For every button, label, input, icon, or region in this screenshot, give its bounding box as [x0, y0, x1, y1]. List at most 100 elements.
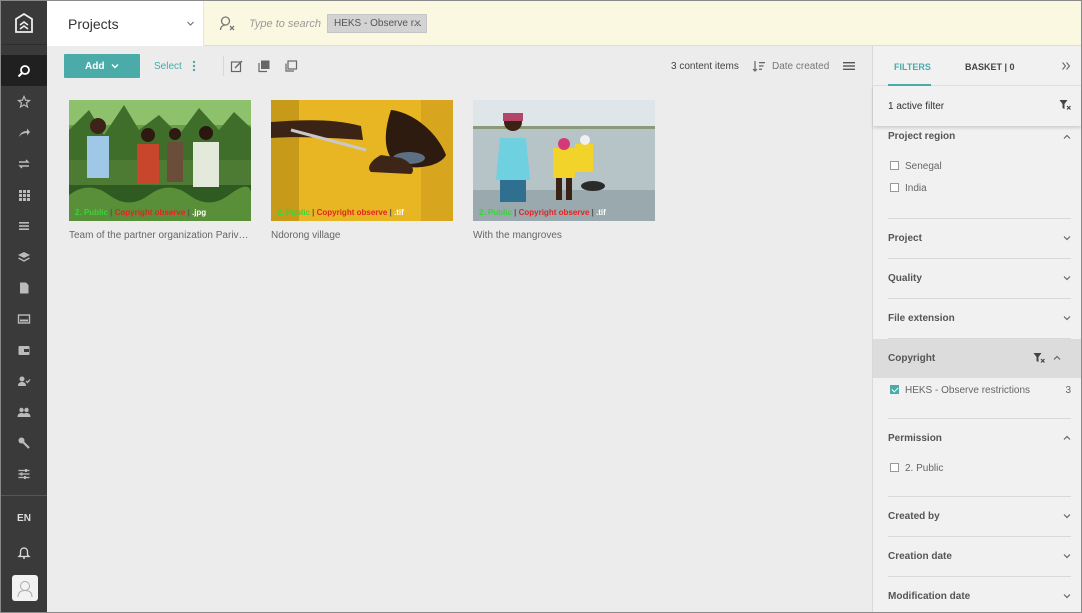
top-bar: Projects Type to search HEKS - Observe r…: [47, 1, 1081, 46]
nav-transfer[interactable]: [1, 148, 47, 179]
item-caption: Team of the partner organization Parivar…: [69, 230, 251, 241]
nav-search[interactable]: [1, 55, 47, 86]
nav-users[interactable]: [1, 396, 47, 427]
filter-copyright-options: HEKS - Observe restrictions 3: [888, 378, 1071, 419]
wallet-icon: [18, 345, 30, 355]
filter-option-public[interactable]: 2. Public: [888, 458, 1071, 480]
app-logo[interactable]: [1, 1, 47, 45]
nav-layers[interactable]: [1, 241, 47, 272]
chevron-down-icon: [1063, 316, 1071, 321]
filter-modification-date: Modification date: [888, 577, 1071, 613]
nav-documents[interactable]: [1, 272, 47, 303]
search-input[interactable]: Type to search: [249, 18, 321, 30]
filter-chip[interactable]: HEKS - Observe r... ×: [327, 14, 427, 33]
duplicate-icon[interactable]: [284, 59, 298, 73]
nav-settings[interactable]: [1, 458, 47, 489]
layers-icon: [18, 251, 30, 262]
chevron-double-right-icon[interactable]: [1061, 61, 1071, 71]
chevron-down-icon: [1063, 514, 1071, 519]
filter-created-by: Created by: [888, 497, 1071, 537]
image-card-icon: [17, 313, 31, 324]
nav-favorites[interactable]: [1, 86, 47, 117]
filter-header[interactable]: Modification date: [888, 577, 1071, 613]
filter-header[interactable]: Project region: [888, 126, 1071, 156]
clear-filter-icon[interactable]: [1033, 352, 1045, 364]
content-item[interactable]: 2. Public | Copyright observe | .tif Ndo…: [271, 100, 453, 241]
bell-icon: [17, 547, 31, 559]
photo-team: [69, 100, 251, 221]
checkbox[interactable]: [890, 161, 899, 170]
item-caption: Ndorong village: [271, 230, 341, 241]
avatar[interactable]: [12, 575, 38, 601]
filter-header[interactable]: Creation date: [888, 537, 1071, 576]
clear-search-icon[interactable]: [219, 15, 236, 32]
main-sidebar: EN: [1, 1, 47, 612]
star-icon: [17, 94, 31, 108]
sort-button[interactable]: Date created: [772, 61, 829, 72]
page-title: Projects: [68, 16, 119, 32]
thumbnail[interactable]: 2. Public | Copyright observe | .jpg: [69, 100, 251, 221]
select-button[interactable]: Select: [154, 61, 182, 72]
filter-option-senegal[interactable]: Senegal: [888, 156, 1071, 178]
filter-permission: Permission 2. Public: [888, 419, 1071, 497]
chip-close-icon[interactable]: ×: [414, 16, 421, 30]
add-button[interactable]: Add: [64, 54, 140, 78]
search-icon: [17, 64, 30, 77]
panel-tabs: FILTERS BASKET | 0: [873, 46, 1081, 86]
active-filter-count: 1 active filter: [888, 101, 945, 112]
nav-wallet[interactable]: [1, 334, 47, 365]
checkbox-checked[interactable]: [890, 385, 899, 394]
language-switch[interactable]: EN: [1, 496, 47, 540]
thumbnail[interactable]: 2. Public | Copyright observe | .tif: [473, 100, 655, 221]
nav-grid[interactable]: [1, 179, 47, 210]
photo-mangroves: [473, 100, 655, 221]
checkbox[interactable]: [890, 183, 899, 192]
copy-icon[interactable]: [257, 59, 271, 73]
clear-filters-icon[interactable]: [1059, 99, 1071, 111]
filter-header[interactable]: File extension: [888, 299, 1071, 338]
photo-village: [271, 100, 453, 221]
logo-icon: [15, 12, 33, 33]
content-count: 3 content items: [671, 61, 739, 72]
view-list-icon[interactable]: [843, 60, 855, 72]
project-selector[interactable]: Projects: [47, 1, 204, 46]
more-options-icon[interactable]: [191, 59, 197, 73]
chevron-up-icon: [1063, 134, 1071, 139]
nav-list[interactable]: [1, 210, 47, 241]
nav-media[interactable]: [1, 303, 47, 334]
add-button-label: Add: [85, 60, 105, 72]
filter-option-india[interactable]: India: [888, 178, 1071, 200]
chevron-up-icon: [1063, 435, 1071, 440]
checkbox[interactable]: [890, 463, 899, 472]
sliders-icon: [18, 468, 30, 479]
thumbnail-metadata: 2. Public | Copyright observe | .tif: [479, 208, 606, 217]
chevron-down-icon: [1063, 554, 1071, 559]
content-item[interactable]: 2. Public | Copyright observe | .tif Wit…: [473, 100, 655, 241]
filter-header[interactable]: Created by: [888, 497, 1071, 536]
thumbnail[interactable]: 2. Public | Copyright observe | .tif: [271, 100, 453, 221]
chevron-down-icon: [111, 64, 119, 69]
notifications[interactable]: [1, 540, 47, 566]
sort-icon[interactable]: [752, 59, 766, 73]
item-caption: With the mangroves: [473, 230, 562, 241]
filter-panel: FILTERS BASKET | 0 1 active filter Proje…: [872, 46, 1081, 612]
nav-tools[interactable]: [1, 427, 47, 458]
filter-option-heks[interactable]: HEKS - Observe restrictions 3: [888, 380, 1071, 402]
tab-filters[interactable]: FILTERS: [894, 62, 931, 72]
chevron-down-icon: [1063, 236, 1071, 241]
tab-basket[interactable]: BASKET | 0: [965, 62, 1015, 72]
share-icon: [19, 128, 30, 137]
chevron-down-icon: [187, 21, 194, 26]
nav-share[interactable]: [1, 117, 47, 148]
filter-header[interactable]: Copyright: [888, 339, 1071, 378]
filter-header[interactable]: Permission: [888, 419, 1071, 458]
filter-header[interactable]: Project: [888, 219, 1071, 258]
nav-user-management[interactable]: [1, 365, 47, 396]
transfer-icon: [18, 159, 30, 168]
document-icon: [20, 282, 29, 293]
edit-icon[interactable]: [230, 59, 244, 73]
filter-header[interactable]: Quality: [888, 259, 1071, 298]
users-icon: [17, 407, 31, 417]
list-icon: [19, 221, 29, 230]
content-item[interactable]: 2. Public | Copyright observe | .jpg Tea…: [69, 100, 251, 241]
